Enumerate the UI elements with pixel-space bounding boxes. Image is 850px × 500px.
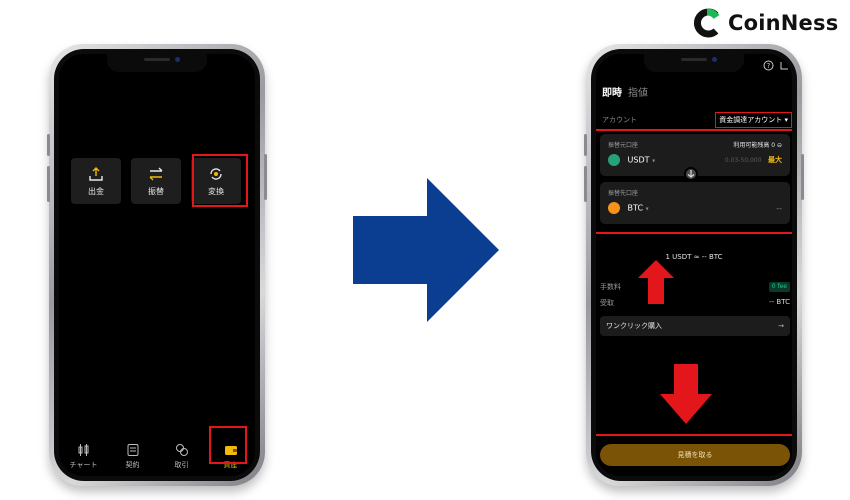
account-row: アカウント 資金調達アカウント ▾ bbox=[602, 112, 792, 128]
from-coin-select[interactable]: USDT ▾ bbox=[608, 154, 655, 166]
nav-contract[interactable]: 契約 bbox=[113, 443, 153, 470]
swap-direction-icon[interactable] bbox=[684, 167, 698, 181]
receive-value: -- BTC bbox=[769, 298, 790, 306]
arrow-right-icon: → bbox=[778, 322, 784, 330]
one-click-label: ワンクリック購入 bbox=[606, 322, 662, 330]
fee-badge: 0 fee bbox=[768, 282, 790, 292]
brand-name: CoinNess bbox=[728, 11, 839, 35]
to-coin-select[interactable]: BTC ▾ bbox=[608, 202, 649, 214]
fee-label: 手数料 bbox=[600, 283, 621, 291]
down-arrow-icon bbox=[660, 364, 712, 424]
left-phone-screen: 出金 振替 変換 チャート 契約 取引 資産 bbox=[59, 54, 255, 476]
to-coin-label: BTC bbox=[627, 203, 644, 213]
upload-icon bbox=[89, 166, 103, 181]
transfer-icon bbox=[149, 167, 163, 180]
svg-text:?: ? bbox=[767, 62, 771, 70]
transfer-button[interactable]: 振替 bbox=[131, 158, 181, 204]
from-account-label: 振替元口座 bbox=[608, 142, 639, 149]
right-phone-screen: ? 即時 指値 アカウント 資金調達アカウント ▾ 振替元口座 利用可能残高 0… bbox=[596, 54, 792, 476]
fee-row: 手数料 0 fee bbox=[600, 282, 790, 292]
to-amount-value: -- bbox=[776, 203, 782, 213]
order-type-tabs: 即時 指値 bbox=[602, 84, 648, 99]
to-account-label: 振替先口座 bbox=[608, 190, 639, 197]
receive-row: 受取 -- BTC bbox=[600, 298, 790, 308]
nav-chart-label: チャート bbox=[69, 460, 98, 469]
transfer-label: 振替 bbox=[148, 186, 164, 196]
highlight-line bbox=[596, 232, 792, 234]
account-label: アカウント bbox=[602, 116, 637, 124]
nav-trade-label: 取引 bbox=[174, 460, 189, 469]
receive-label: 受取 bbox=[600, 299, 614, 307]
phone-notch bbox=[644, 54, 744, 72]
history-icon[interactable] bbox=[779, 60, 790, 71]
highlight-line bbox=[596, 129, 792, 131]
top-icons: ? bbox=[763, 60, 790, 71]
usdt-coin-icon bbox=[608, 154, 620, 166]
assets-highlight-box bbox=[209, 426, 247, 464]
tab-instant[interactable]: 即時 bbox=[602, 84, 622, 99]
convert-highlight-box bbox=[192, 154, 248, 207]
exchange-rate: 1 USDT ≈ -- BTC bbox=[665, 253, 723, 261]
coinness-logo-icon bbox=[692, 8, 722, 38]
candlestick-icon bbox=[78, 443, 88, 456]
account-select[interactable]: 資金調達アカウント ▾ bbox=[715, 112, 792, 128]
phone-notch bbox=[107, 54, 207, 72]
get-quote-button[interactable]: 見積を取る bbox=[600, 444, 790, 466]
withdraw-label: 出金 bbox=[88, 186, 104, 196]
highlight-line bbox=[596, 434, 792, 436]
from-coin-label: USDT bbox=[627, 155, 650, 165]
tab-limit[interactable]: 指値 bbox=[628, 84, 648, 99]
nav-contract-label: 契約 bbox=[125, 460, 140, 469]
nav-trade[interactable]: 取引 bbox=[162, 443, 202, 470]
btc-coin-icon bbox=[608, 202, 620, 214]
max-button[interactable]: 最大 bbox=[768, 156, 782, 164]
amount-input[interactable]: 0.03-50,000 bbox=[725, 157, 762, 164]
to-account-panel: 振替先口座 BTC ▾ -- bbox=[600, 182, 790, 224]
next-step-arrow-icon bbox=[353, 178, 499, 322]
available-balance: 利用可能残高 0 ⊖ bbox=[733, 142, 782, 149]
help-icon[interactable]: ? bbox=[763, 60, 774, 71]
right-phone: ? 即時 指値 アカウント 資金調達アカウント ▾ 振替元口座 利用可能残高 0… bbox=[584, 44, 804, 486]
withdraw-button[interactable]: 出金 bbox=[71, 158, 121, 204]
trade-icon bbox=[175, 443, 188, 456]
nav-chart[interactable]: チャート bbox=[64, 443, 104, 470]
left-phone: 出金 振替 変換 チャート 契約 取引 資産 bbox=[47, 44, 267, 486]
coinness-brand: CoinNess bbox=[692, 8, 838, 38]
contract-icon bbox=[127, 443, 138, 456]
one-click-buy-row[interactable]: ワンクリック購入 → bbox=[600, 316, 790, 336]
